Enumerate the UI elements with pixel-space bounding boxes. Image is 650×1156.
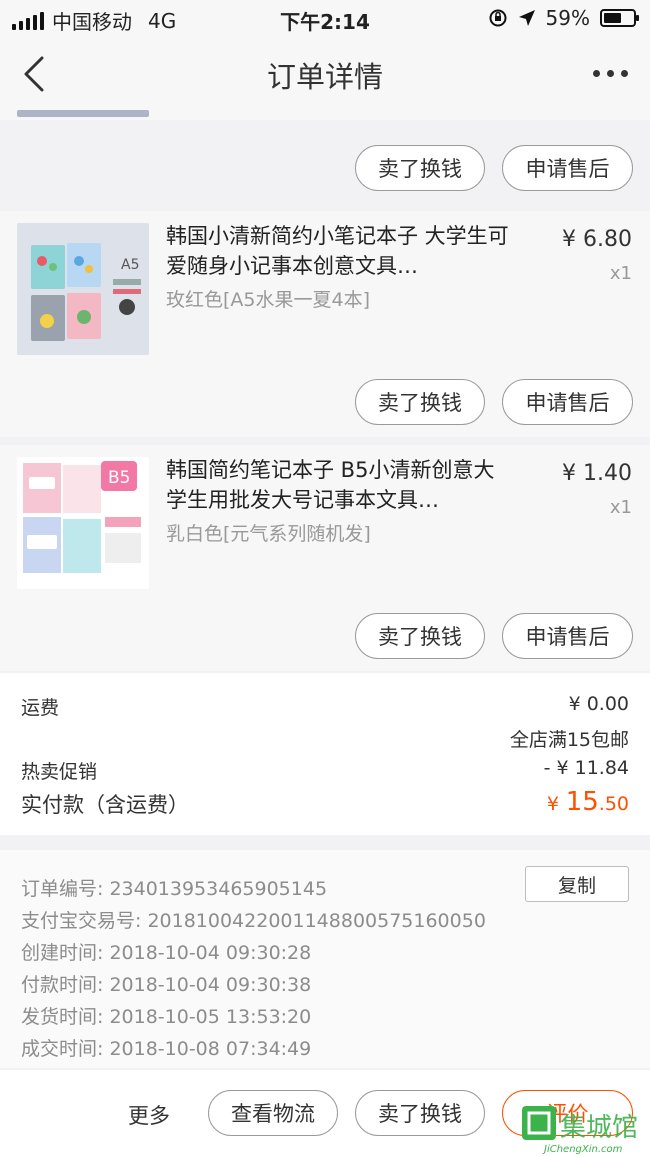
paid-decimal: .50 [598,793,629,815]
paid-label: 实付款（含运费） [21,793,189,817]
watermark-logo: 集城馆 JiChengXin.com [522,1106,638,1154]
shipped-time: 发货时间: 2018-10-05 13:53:20 [21,1006,312,1028]
sell-button[interactable]: 卖了换钱 [355,379,485,425]
product-qty: x1 [609,263,632,284]
free-shipping-note: 全店满15包邮 [509,729,629,751]
price-summary: 运费 ¥ 0.00 全店满15包邮 热卖促销 - ¥ 11.84 实付款（含运费… [0,673,650,835]
copy-button[interactable]: 复制 [525,866,629,902]
product-name[interactable]: 韩国小清新简约小笔记本子 大学生可爱随身小记事本创意文具… [166,221,511,281]
paid-integer: 15 [565,787,599,817]
thumb-size-label: A5 [121,257,139,273]
product-name[interactable]: 韩国简约笔记本子 B5小清新创意大学生用批发大号记事本文具… [166,455,511,515]
thumb-size-label: B5 [108,468,130,488]
shipping-value: ¥ 0.00 [568,693,629,715]
order-info-panel: 订单编号: 234013953465905145 复制 支付宝交易号: 2018… [0,850,650,1068]
battery-icon [600,9,639,27]
product-spec: 乳白色[元气系列随机发] [166,523,371,545]
status-right: 59% [488,6,639,30]
promo-value: - ¥ 11.84 [543,757,629,779]
product-qty: x1 [609,497,632,518]
more-link[interactable]: 更多 [128,1100,170,1130]
after-sale-button[interactable]: 申请售后 [502,379,633,425]
paid-row: 实付款（含运费） ¥ 15.50 [21,787,629,819]
created-time: 创建时间: 2018-10-04 09:30:28 [21,942,312,964]
page-title: 订单详情 [266,60,383,94]
paid-currency: ¥ [546,793,559,815]
status-bar: 中国移动 4G 下午2:14 59% [0,0,650,36]
product-price: ¥ 1.40 [562,461,632,486]
sell-button-top[interactable]: 卖了换钱 [355,145,485,191]
product-thumbnail[interactable]: B5 [17,457,149,589]
order-item[interactable]: A5 韩国小清新简约小笔记本子 大学生可爱随身小记事本创意文具… 玫红色[A5水… [0,211,650,437]
watermark-text: 集城馆 [560,1113,638,1143]
promo-label: 热卖促销 [21,761,98,783]
sell-button-footer[interactable]: 卖了换钱 [355,1090,485,1136]
alipay-number: 支付宝交易号: 2018100422001148800575160050 [21,910,486,932]
order-number: 订单编号: 234013953465905145 [21,878,328,900]
product-thumbnail[interactable]: A5 [17,223,149,355]
order-item[interactable]: B5 韩国简约笔记本子 B5小清新创意大学生用批发大号记事本文具… 乳白色[元气… [0,445,650,671]
shipping-row: 运费 ¥ 0.00 [21,693,629,720]
nav-bar: 订单详情 [0,36,650,120]
shipping-label: 运费 [21,697,60,719]
promo-row: 热卖促销 - ¥ 11.84 [21,757,629,784]
after-sale-button-top[interactable]: 申请售后 [502,145,633,191]
sell-button[interactable]: 卖了换钱 [355,613,485,659]
location-icon [518,10,535,26]
after-sale-button[interactable]: 申请售后 [502,613,633,659]
view-logistics-button[interactable]: 查看物流 [208,1090,338,1136]
rotation-lock-icon [489,9,507,27]
product-price: ¥ 6.80 [562,227,632,252]
paid-amount: ¥ 15.50 [547,787,629,817]
product-spec: 玫红色[A5水果一夏4本] [166,289,370,311]
paid-time: 付款时间: 2018-10-04 09:30:38 [21,974,312,996]
more-menu-icon[interactable] [593,70,628,77]
completed-time: 成交时间: 2018-10-08 07:34:49 [21,1038,312,1060]
watermark-url: JiChengXin.com [542,1144,623,1154]
battery-percent: 59% [545,6,590,30]
progress-indicator [17,110,149,117]
